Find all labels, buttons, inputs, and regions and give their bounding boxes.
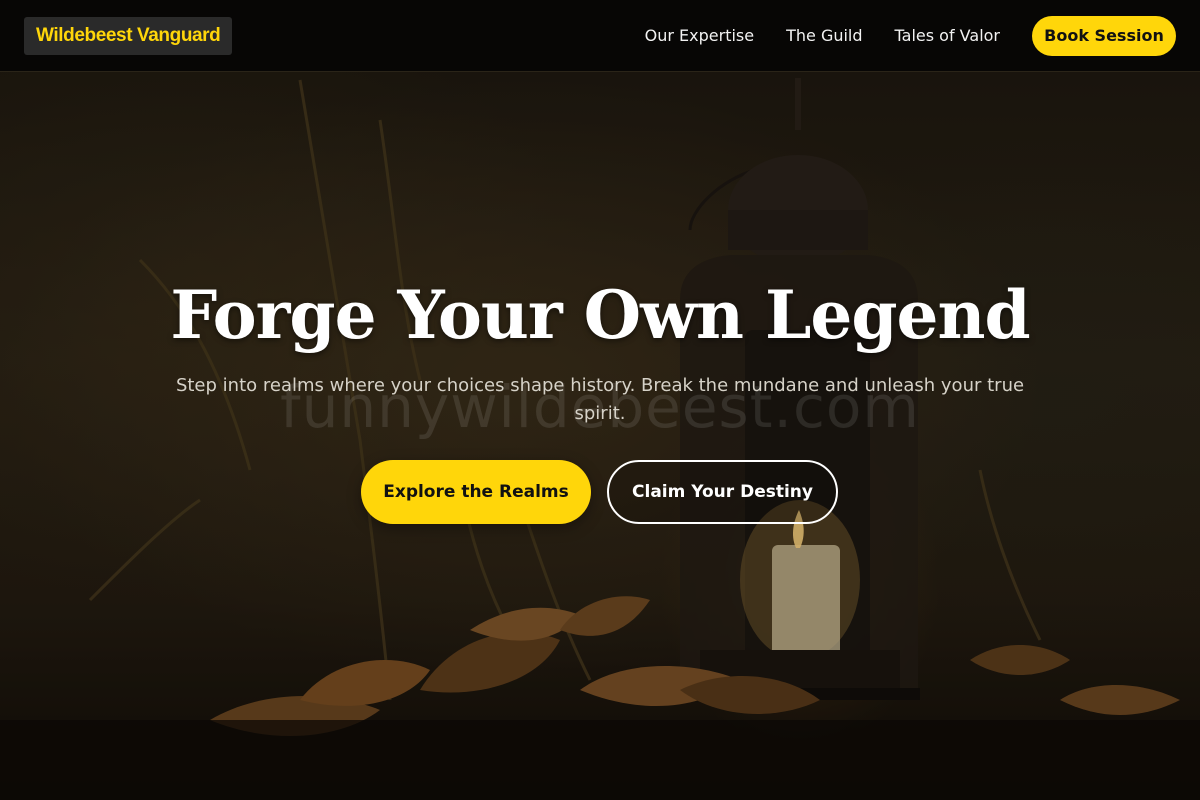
- book-session-button[interactable]: Book Session: [1032, 15, 1176, 56]
- nav-link-tales-of-valor[interactable]: Tales of Valor: [895, 26, 1000, 45]
- hero-title: Forge Your Own Legend: [170, 276, 1030, 354]
- nav-link-the-guild[interactable]: The Guild: [786, 26, 862, 45]
- brand-logo[interactable]: Wildebeest Vanguard: [24, 16, 233, 55]
- hero-subtitle: Step into realms where your choices shap…: [175, 375, 1025, 424]
- explore-realms-button[interactable]: Explore the Realms: [361, 460, 591, 524]
- claim-destiny-button[interactable]: Claim Your Destiny: [607, 460, 838, 524]
- nav-link-our-expertise[interactable]: Our Expertise: [645, 26, 754, 45]
- nav-links: Our Expertise The Guild Tales of Valor B…: [645, 15, 1176, 56]
- hero-cta-group: Explore the Realms Claim Your Destiny: [361, 460, 838, 524]
- top-navbar: Wildebeest Vanguard Our Expertise The Gu…: [0, 0, 1200, 72]
